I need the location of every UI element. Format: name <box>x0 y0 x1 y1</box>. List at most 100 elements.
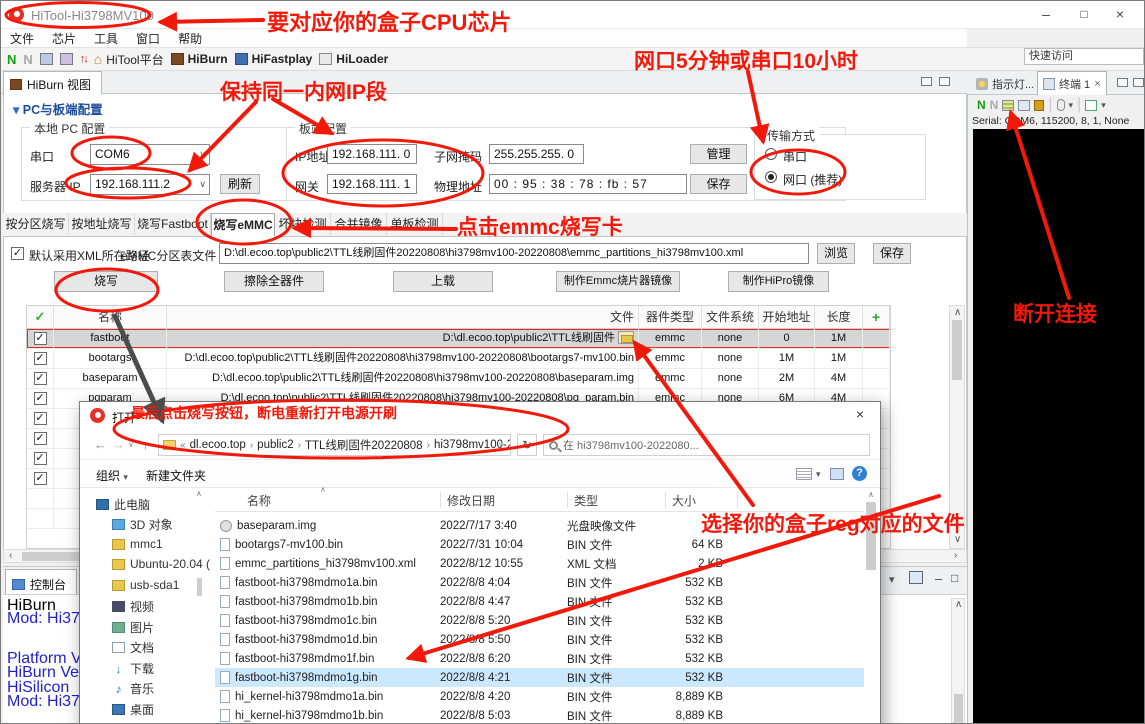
organize-button[interactable]: 组织 ▾ <box>96 467 128 484</box>
save-board-button[interactable]: 保存 <box>690 174 747 194</box>
sidebar-item-videos[interactable]: 视频 <box>112 598 154 615</box>
board-config-icon[interactable] <box>60 53 73 65</box>
serial-radio[interactable] <box>765 148 777 160</box>
file-row[interactable]: fastboot-hi3798mdmo1d.bin2022/8/8 5:50BI… <box>215 630 864 649</box>
hiloader-button[interactable]: HiLoader <box>319 52 388 66</box>
console-menu-icon[interactable]: ▾ <box>889 573 895 586</box>
tab-terminal-1[interactable]: 终端 1 × <box>1037 71 1107 95</box>
sidebar-item-pictures[interactable]: 图片 <box>112 619 154 636</box>
upload-button[interactable]: 上载 <box>393 271 493 292</box>
maximize-view-icon[interactable] <box>939 77 950 86</box>
tab-fastboot-burn[interactable]: 烧写Fastboot <box>135 213 211 237</box>
col-name[interactable]: 名称 <box>54 306 167 328</box>
maximize-button[interactable]: □ <box>1069 4 1099 24</box>
serial-port-select[interactable]: COM6 <box>90 144 210 165</box>
menu-chip[interactable]: 芯片 <box>43 29 85 48</box>
file-row[interactable]: baseparam.img2022/7/17 3:40光盘映像文件 <box>215 516 864 535</box>
col-name[interactable]: 名称 <box>247 492 271 509</box>
make-emmc-image-button[interactable]: 制作Emmc烧片器镜像 <box>556 271 680 292</box>
erase-all-button[interactable]: 擦除全器件 <box>224 271 324 292</box>
scroll-thumb[interactable] <box>952 320 962 380</box>
file-row[interactable]: fastboot-hi3798mdmo1b.bin2022/8/8 4:47BI… <box>215 592 864 611</box>
disconnect-icon[interactable]: N <box>990 98 999 112</box>
minimize-view-icon[interactable] <box>921 77 932 86</box>
col-file[interactable]: 文件 <box>167 306 639 328</box>
tab-address-burn[interactable]: 按地址烧写 <box>69 213 135 237</box>
scroll-right-icon[interactable]: › <box>954 550 957 561</box>
sidebar-item-desktop[interactable]: 桌面 <box>112 701 154 718</box>
preview-pane-icon[interactable] <box>830 468 844 480</box>
menu-tools[interactable]: 工具 <box>85 29 127 48</box>
col-start[interactable]: 开始地址 <box>759 306 815 328</box>
tab-merge-image[interactable]: 合并镜像 <box>331 213 387 237</box>
col-date[interactable]: 修改日期 <box>447 492 495 509</box>
sidebar-item-music[interactable]: ♪音乐 <box>112 680 154 697</box>
col-fs[interactable]: 文件系统 <box>702 306 759 328</box>
table-row-fastboot[interactable]: ✓ fastboot D:\dl.ecoo.top\public2\TTL线刷固… <box>27 329 890 349</box>
refresh-button[interactable]: 刷新 <box>220 174 260 194</box>
tab-board-check[interactable]: 单板检测 <box>387 213 443 237</box>
new-folder-button[interactable]: 新建文件夹 <box>146 467 206 484</box>
address-dropdown-icon[interactable]: ∨ <box>498 440 504 449</box>
console-scrollbar[interactable]: ∧ <box>951 598 965 723</box>
file-row[interactable]: bootargs7-mv100.bin2022/7/31 10:04BIN 文件… <box>215 535 864 554</box>
scroll-up-icon[interactable]: ∧ <box>954 307 961 318</box>
sidebar-scroll-up-icon[interactable]: ∧ <box>196 489 202 498</box>
col-length[interactable]: 长度 <box>815 306 863 328</box>
config-section-header[interactable]: ▾ PC与板端配置 <box>13 99 103 118</box>
file-row-selected[interactable]: fastboot-hi3798mdmo1g.bin2022/8/8 4:21BI… <box>215 668 864 687</box>
scroll-thumb[interactable] <box>954 694 963 722</box>
tab-hiburn-view[interactable]: HiBurn 视图 <box>3 71 102 94</box>
hiburn-button[interactable]: HiBurn <box>171 52 228 66</box>
tab-indicator-led[interactable]: 指示灯... <box>971 73 1039 95</box>
row-checkbox[interactable]: ✓ <box>34 432 47 445</box>
tab-badblock-check[interactable]: 坏块检测 <box>275 213 331 237</box>
up-icon[interactable]: ↑ <box>142 437 149 452</box>
search-input[interactable]: 在 hi3798mv100-2022080... <box>543 434 870 456</box>
maximize-panel-icon[interactable] <box>1133 78 1144 87</box>
scroll-down-icon[interactable]: ∨ <box>954 534 961 545</box>
menu-help[interactable]: 帮助 <box>169 29 211 48</box>
menu-window[interactable]: 窗口 <box>127 29 169 48</box>
sidebar-item-downloads[interactable]: ↓下载 <box>112 660 154 677</box>
lock-icon[interactable] <box>1034 100 1044 111</box>
col-type[interactable]: 类型 <box>574 492 598 509</box>
file-row[interactable]: emmc_partitions_hi3798mv100.xml2022/8/12… <box>215 554 864 573</box>
forward-icon[interactable]: → <box>112 437 125 452</box>
partition-path-input[interactable]: D:\dl.ecoo.top\public2\TTL线刷固件20220808\h… <box>219 243 809 264</box>
sidebar-item-ubuntu[interactable]: Ubuntu-20.04 ( <box>112 557 210 571</box>
back-icon[interactable]: ← <box>94 437 107 452</box>
sidebar-item-documents[interactable]: 文档 <box>112 639 154 656</box>
server-ip-select[interactable]: 192.168.111.2 <box>90 174 210 195</box>
list-scroll-thumb[interactable] <box>866 502 876 570</box>
close-tab-icon[interactable]: × <box>1094 78 1100 90</box>
file-row[interactable]: fastboot-hi3798mdmo1f.bin2022/8/8 6:20BI… <box>215 649 864 668</box>
row-checkbox[interactable]: ✓ <box>34 352 47 365</box>
tab-partition-burn[interactable]: 按分区烧写 <box>3 213 69 237</box>
connect-icon[interactable]: N <box>977 98 986 112</box>
menu-file[interactable]: 文件 <box>1 29 43 48</box>
col-size[interactable]: 大小 <box>672 492 696 509</box>
dropdown-icon[interactable]: ▾ <box>1101 100 1106 111</box>
breadcrumb[interactable]: « dl.ecoo.top › public2 › TTL线刷固件2022080… <box>158 434 511 456</box>
file-row[interactable]: fastboot-hi3798mdmo1a.bin2022/8/8 4:04BI… <box>215 573 864 592</box>
close-dialog-icon[interactable]: × <box>856 406 864 422</box>
burn-button[interactable]: 烧写 <box>54 271 158 292</box>
row-checkbox[interactable]: ✓ <box>34 332 47 345</box>
pc-config-icon[interactable] <box>40 53 53 65</box>
crumb-item[interactable]: TTL线刷固件20220808 <box>305 437 423 453</box>
log-settings-icon[interactable] <box>1002 100 1014 111</box>
crumb-item[interactable]: public2 <box>257 439 293 451</box>
add-row-icon[interactable]: + <box>872 309 880 325</box>
sidebar-item-mmc1[interactable]: mmc1 <box>112 537 163 551</box>
sidebar-scroll-thumb[interactable] <box>197 578 202 596</box>
tab-emmc-burn[interactable]: 烧写eMMC <box>211 213 275 237</box>
network-radio[interactable] <box>765 171 777 183</box>
quick-access-input[interactable]: 快速访问 <box>1024 48 1144 65</box>
sidebar-item-usb[interactable]: usb-sda1 <box>112 578 179 592</box>
scroll-left-icon[interactable]: ‹ <box>9 550 12 561</box>
netmask-input[interactable]: 255.255.255. 0 <box>489 144 584 164</box>
open-console-icon[interactable] <box>909 571 923 584</box>
file-row[interactable]: hi_kernel-hi3798mdmo1a.bin2022/8/8 4:20B… <box>215 687 864 706</box>
list-scroll-up-icon[interactable]: ∧ <box>868 490 874 499</box>
